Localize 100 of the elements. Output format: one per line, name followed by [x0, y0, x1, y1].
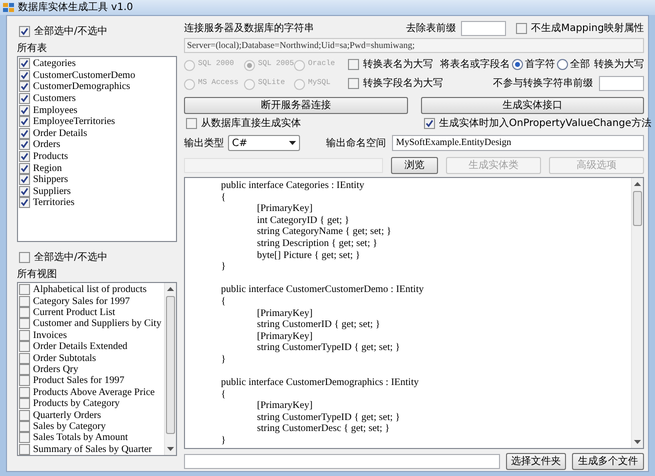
checkbox[interactable] — [19, 58, 30, 70]
checkbox[interactable] — [19, 26, 30, 36]
button[interactable]: 选择文件夹 — [506, 452, 566, 470]
checkbox[interactable] — [19, 104, 30, 116]
button[interactable]: 浏览 — [391, 156, 438, 174]
exclude-prefix-field[interactable] — [599, 76, 644, 91]
radio-label: 首字符 — [525, 58, 555, 72]
list-item[interactable]: Quarterly Orders — [33, 410, 102, 421]
list-item[interactable]: Products Above Average Price — [33, 386, 155, 398]
checkbox[interactable] — [19, 307, 30, 318]
code-line: string CustomerTypeID { get; set; } — [256, 342, 400, 354]
list-item[interactable]: Sales by Category — [33, 421, 106, 432]
list-item[interactable]: Alphabetical list of products — [33, 284, 147, 296]
checkbox[interactable] — [516, 23, 528, 34]
checkbox[interactable] — [19, 410, 30, 421]
code-line: string CustomerTypeID { get; set; } — [256, 412, 400, 424]
list-item[interactable]: Current Product List — [33, 307, 116, 318]
list-item[interactable]: Orders — [33, 139, 60, 150]
checkbox[interactable] — [186, 118, 197, 129]
list-item[interactable]: Summary of Sales by Quarter — [33, 444, 152, 455]
checkbox[interactable] — [19, 330, 30, 341]
checkbox[interactable] — [19, 186, 30, 197]
list-item[interactable]: Shippers — [33, 174, 68, 186]
checkbox[interactable] — [348, 59, 359, 70]
list-item[interactable]: Product Sales for 1997 — [33, 375, 124, 386]
checkbox[interactable] — [19, 398, 30, 410]
radio-button[interactable] — [557, 59, 568, 70]
checkbox[interactable] — [424, 118, 435, 129]
exclude-prefix-label: 不参与转换字符串前缀 — [493, 76, 593, 91]
checkbox[interactable] — [19, 128, 30, 139]
list-item[interactable]: Products — [33, 151, 68, 162]
checkbox[interactable] — [19, 296, 30, 307]
button[interactable]: 生成多个文件 — [572, 452, 644, 470]
checkbox[interactable] — [348, 78, 359, 89]
down-arrow-icon[interactable] — [634, 440, 641, 444]
code-line: string CategoryName { get; set; } — [256, 226, 392, 238]
down-arrow-icon[interactable] — [167, 447, 174, 451]
list-item[interactable]: Region — [33, 162, 62, 174]
checkbox[interactable] — [19, 444, 30, 455]
list-item[interactable]: Territories — [33, 197, 75, 208]
checkbox[interactable] — [19, 284, 30, 296]
list-item[interactable]: EmployeeTerritories — [33, 116, 116, 128]
code-line: { — [220, 388, 226, 400]
button[interactable]: 断开服务器连接 — [184, 97, 408, 114]
folder-field[interactable] — [184, 454, 500, 468]
code-editor[interactable] — [184, 177, 644, 449]
checkbox[interactable] — [19, 252, 30, 262]
direct-label: 从数据库直接生成实体 — [201, 116, 301, 131]
checkbox[interactable] — [19, 364, 30, 376]
list-heading: 所有视图 — [17, 268, 57, 282]
scrollbar-thumb[interactable] — [633, 191, 642, 226]
scrollbar-thumb[interactable] — [166, 296, 175, 434]
checkbox[interactable] — [19, 375, 30, 386]
scrollbar[interactable] — [631, 178, 643, 448]
list-item[interactable]: Products by Category — [33, 398, 120, 410]
namespace-field[interactable]: MySoftExample.EntityDesign — [392, 135, 644, 151]
code-line: } — [220, 435, 226, 447]
prefix-field[interactable] — [461, 21, 506, 36]
up-arrow-icon[interactable] — [634, 182, 641, 186]
case-mode-suffix: 转换为大写 — [594, 58, 644, 72]
list-item[interactable]: Order Details — [33, 128, 88, 139]
list-item[interactable]: Categories — [33, 58, 76, 70]
up-arrow-icon[interactable] — [167, 287, 174, 291]
checkbox[interactable] — [19, 162, 30, 174]
checkbox[interactable] — [19, 352, 30, 364]
list-item[interactable]: Orders Qry — [33, 364, 78, 376]
checkbox[interactable] — [19, 93, 30, 104]
upper-table-label: 转换表名为大写 — [363, 58, 433, 72]
checkbox[interactable] — [19, 318, 30, 330]
code-line: byte[] Picture { get; set; } — [256, 250, 360, 262]
checkbox[interactable] — [19, 116, 30, 128]
select-all-label: 全部选中/不选中 — [34, 250, 108, 264]
checkbox[interactable] — [19, 139, 30, 150]
list-item[interactable]: Customers — [33, 93, 76, 104]
list-item[interactable]: Order Details Extended — [33, 341, 128, 352]
checkbox[interactable] — [19, 386, 30, 398]
list-item[interactable]: Sales Totals by Amount — [33, 432, 128, 444]
scrollbar[interactable] — [164, 283, 176, 455]
checkbox[interactable] — [19, 432, 30, 444]
list-item[interactable]: CustomerDemographics — [33, 81, 130, 92]
checkbox[interactable] — [19, 197, 30, 208]
list-item[interactable]: Customer and Suppliers by City — [33, 318, 162, 330]
output-type-dropdown[interactable]: C# — [228, 135, 300, 151]
checkbox[interactable] — [19, 70, 30, 81]
list-item[interactable]: Employees — [33, 104, 78, 116]
list-item[interactable]: Invoices — [33, 330, 67, 341]
checkbox[interactable] — [19, 151, 30, 162]
list-item[interactable]: Category Sales for 1997 — [33, 296, 130, 307]
button[interactable]: 生成实体接口 — [420, 97, 644, 114]
list-item[interactable]: Order Subtotals — [33, 352, 96, 364]
radio-button[interactable] — [512, 59, 523, 70]
upper-field-label: 转换字段名为大写 — [363, 76, 443, 91]
list-item[interactable]: CustomerCustomerDemo — [33, 70, 136, 81]
checkbox[interactable] — [19, 421, 30, 432]
code-line: string CustomerDesc { get; set; } — [256, 423, 390, 436]
checkbox[interactable] — [19, 81, 30, 92]
checkbox[interactable] — [19, 341, 30, 352]
checkbox[interactable] — [19, 174, 30, 186]
connection-field[interactable]: Server=(local);Database=Northwind;Uid=sa;Pwd=shumiwang; — [184, 38, 644, 53]
list-item[interactable]: Suppliers — [33, 186, 71, 197]
